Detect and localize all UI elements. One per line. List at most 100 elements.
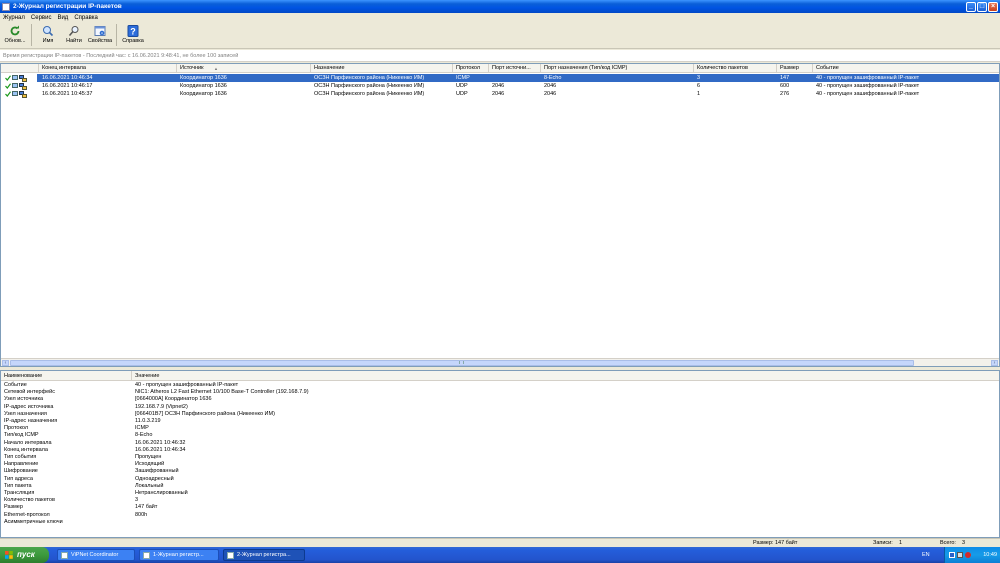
detail-value: [066401B7] ОСЗН Парфинского района (Нике… <box>135 410 275 417</box>
app-icon <box>61 552 68 559</box>
cell-end: 16.06.2021 10:46:17 <box>42 83 93 89</box>
find-button[interactable]: Найти <box>61 22 87 48</box>
detail-row[interactable]: Ethernet-протокол 800h <box>1 512 999 519</box>
taskbar-item-label: 2-Журнал регистра... <box>237 552 291 558</box>
detail-key: Тип адреса <box>4 475 33 482</box>
column-header-value[interactable]: Значение <box>132 371 999 381</box>
packet-list[interactable]: Конец интервала Источник ▲ Назначение Пр… <box>0 63 1000 367</box>
detail-row[interactable]: Тип/код ICMP 8-Echo <box>1 432 999 439</box>
column-header-end[interactable]: Конец интервала <box>39 64 177 73</box>
close-button[interactable]: × <box>988 1 998 12</box>
column-header-size[interactable]: Размер <box>777 64 813 73</box>
status-records-value: 1 <box>899 540 903 546</box>
detail-row[interactable]: Шифрование Зашифрованный <box>1 468 999 475</box>
detail-row[interactable]: Размер 147 байт <box>1 504 999 511</box>
menu-help[interactable]: Справка <box>71 15 101 21</box>
taskbar-item-journal-1[interactable]: 1-Журнал регистр... <box>139 549 219 561</box>
detail-row[interactable]: Тип адреса Одноадресный <box>1 476 999 483</box>
detail-key: Размер <box>4 504 23 511</box>
detail-row[interactable]: IP-адрес источника 192.168.7.9 (Vipnet2) <box>1 404 999 411</box>
column-header-icons[interactable] <box>1 64 39 73</box>
menu-journal[interactable]: Журнал <box>0 15 28 21</box>
help-icon: ? <box>127 24 140 37</box>
column-header-dstport[interactable]: Порт назначения (Тип/код ICMP) <box>541 64 694 73</box>
cell-event: 40 - пропущен зашифрованный IP-пакет <box>816 91 920 97</box>
security-alert-icon[interactable] <box>965 552 971 558</box>
detail-value: 40 - пропущен зашифрованный IP-пакет <box>135 382 239 388</box>
detail-value: 8-Echo <box>135 432 153 439</box>
filter-info: Время регистрации IP-пакетов - Последний… <box>0 50 1000 62</box>
start-button[interactable]: пуск <box>0 547 49 563</box>
detail-key: Событие <box>4 382 27 388</box>
detail-key: Тип пакета <box>4 482 32 489</box>
table-row[interactable]: 16.06.2021 10:46:34 Координатор 1636 ОСЗ… <box>1 74 999 82</box>
taskbar-item-vipnet[interactable]: ViPNet Coordinator <box>57 549 135 561</box>
detail-key: Тип события <box>4 454 37 460</box>
cell-event: 40 - пропущен зашифрованный IP-пакет <box>816 83 920 89</box>
column-header-count[interactable]: Количество пакетов <box>694 64 777 73</box>
cell-count: 3 <box>697 75 701 81</box>
detail-value: ICMP <box>135 425 149 432</box>
row-status-icons <box>5 74 27 82</box>
detail-row[interactable]: Узел назначения [066401B7] ОСЗН Парфинско… <box>1 411 999 418</box>
network-tray-icon[interactable] <box>957 552 963 558</box>
cell-dest: ОСЗН Парфинского района (Никеенко ИМ) <box>314 83 425 89</box>
cell-proto: ICMP <box>456 75 470 81</box>
properties-label: Свойства <box>87 38 113 44</box>
detail-row[interactable]: Асимметричные ключи <box>1 519 999 526</box>
monitor-icon <box>12 75 18 80</box>
taskbar-item-journal-2[interactable]: 2-Журнал регистра... <box>223 549 305 561</box>
detail-row[interactable]: Конец интервала 16.06.2021 10:46:34 <box>1 447 999 454</box>
minimize-button[interactable]: _ <box>966 1 976 12</box>
sort-ascending-icon: ▲ <box>214 66 218 71</box>
check-icon <box>5 83 11 89</box>
properties-button[interactable]: Свойства <box>87 22 113 48</box>
language-indicator[interactable]: EN <box>922 547 930 563</box>
maximize-button[interactable]: □ <box>977 1 987 12</box>
table-row[interactable]: 16.06.2021 10:45:37 Координатор 1636 ОСЗ… <box>1 90 999 98</box>
title-bar[interactable]: 2-Журнал регистрации IP-пакетов _ □ × <box>0 0 1000 13</box>
horizontal-scrollbar[interactable]: ‹ › <box>1 358 999 366</box>
detail-row[interactable]: Узел источника [0664000A] Координатор 163… <box>1 396 999 403</box>
scroll-right-arrow-icon[interactable]: › <box>991 360 998 366</box>
row-status-icons <box>5 82 27 90</box>
detail-key: Ethernet-протокол <box>4 511 50 518</box>
detail-row[interactable]: Трансляция Нетранслированный <box>1 490 999 497</box>
menu-view[interactable]: Вид <box>54 15 71 21</box>
column-header-proto[interactable]: Протокол <box>453 64 489 73</box>
detail-row[interactable]: Начало интервала 16.06.2021 10:46:32 <box>1 440 999 447</box>
column-header-dest[interactable]: Назначение <box>311 64 453 73</box>
help-button[interactable]: ? Справка <box>120 22 146 48</box>
check-icon <box>5 75 11 81</box>
column-header-srcport[interactable]: Порт источни... <box>489 64 541 73</box>
cell-end: 16.06.2021 10:45:37 <box>42 91 93 97</box>
detail-row[interactable]: Тип пакета Локальный <box>1 483 999 490</box>
app-icon <box>227 552 234 559</box>
detail-value: 16.06.2021 10:46:34 <box>135 446 186 453</box>
refresh-button[interactable]: Обнов... <box>2 22 28 48</box>
detail-row[interactable]: Событие 40 - пропущен зашифрованный IP-па… <box>1 382 999 389</box>
cell-dstport: 8-Echo <box>544 75 562 81</box>
name-button[interactable]: Имя <box>35 22 61 48</box>
column-header-event[interactable]: Событие <box>813 64 999 73</box>
detail-row[interactable]: IP-адрес назначения 11.0.3.219 <box>1 418 999 425</box>
detail-row[interactable]: Протокол ICMP <box>1 425 999 432</box>
menu-service[interactable]: Сервис <box>28 15 55 21</box>
detail-value: 16.06.2021 10:46:32 <box>135 439 186 446</box>
detail-key: Сетевой интерфейс <box>4 389 55 396</box>
cell-end: 16.06.2021 10:46:34 <box>42 75 93 81</box>
cell-count: 6 <box>697 83 701 89</box>
scroll-left-arrow-icon[interactable]: ‹ <box>2 360 9 366</box>
clock[interactable]: 10:49 <box>983 547 997 563</box>
detail-row[interactable]: Сетевой интерфейс NIC1: Atheros L2 Fast E… <box>1 389 999 396</box>
vipnet-tray-icon[interactable] <box>949 552 955 558</box>
detail-value: Пропущен <box>135 454 162 460</box>
find-label: Найти <box>66 38 82 44</box>
status-bar: Размер: 147 байт Записи: 1 Всего: 3 <box>0 538 1000 547</box>
packet-details[interactable]: Наименование Значение Событие 40 - пропущ… <box>0 370 1000 538</box>
column-header-name[interactable]: Наименование <box>1 371 132 381</box>
column-header-source[interactable]: Источник ▲ <box>177 64 311 73</box>
detail-key: Протокол <box>4 425 29 432</box>
system-tray: 10:49 <box>944 547 1000 563</box>
table-row[interactable]: 16.06.2021 10:46:17 Координатор 1636 ОСЗ… <box>1 82 999 90</box>
